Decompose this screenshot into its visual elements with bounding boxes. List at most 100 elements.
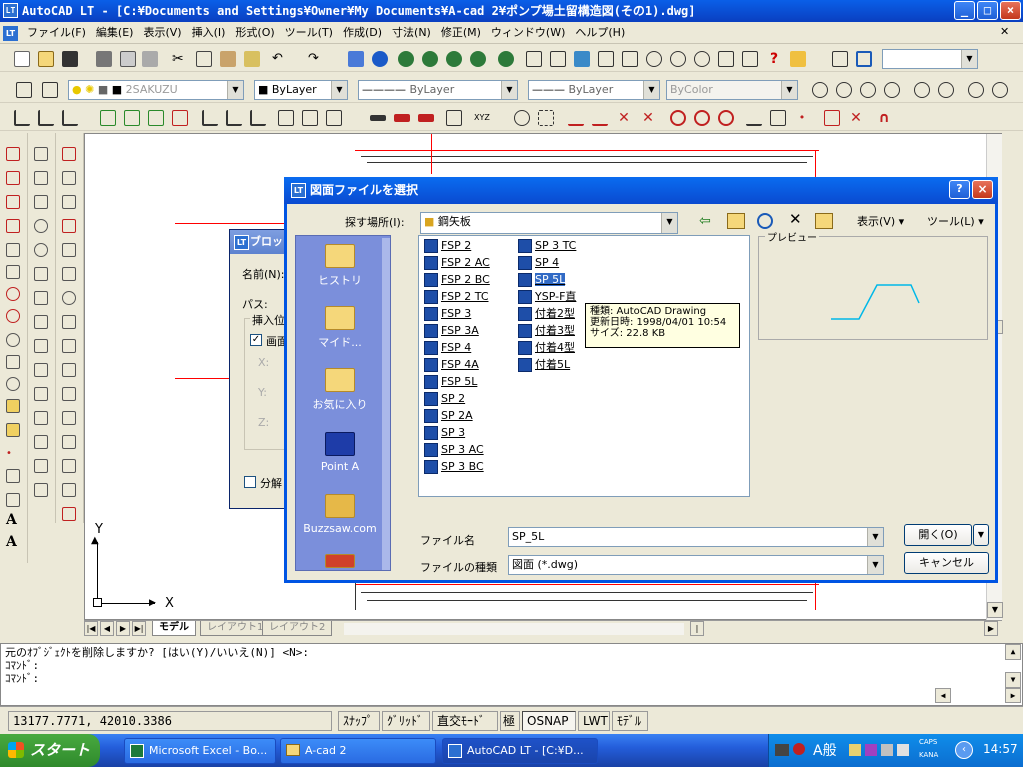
osnap-settings-icon[interactable]: ∩ <box>876 110 892 126</box>
view-menu[interactable]: 表示(V) ▾ <box>857 213 904 229</box>
dim-vert-icon[interactable] <box>34 483 48 497</box>
properties-icon[interactable] <box>718 51 734 67</box>
copy-object-icon[interactable] <box>62 171 76 185</box>
trim2-icon[interactable] <box>62 387 76 401</box>
insert-block-icon[interactable] <box>6 399 20 413</box>
file-item[interactable]: SP 2 <box>423 391 465 407</box>
dim-continue-icon[interactable] <box>226 110 242 126</box>
rotate-icon[interactable] <box>62 291 76 305</box>
taskbar-folder[interactable]: A-cad 2 <box>280 738 436 764</box>
fillet-icon[interactable] <box>34 435 48 449</box>
hscroll-thumb[interactable]: | <box>690 621 704 636</box>
cancel-button[interactable]: キャンセル <box>904 552 989 574</box>
ucs2-icon[interactable] <box>550 51 566 67</box>
tab-model[interactable]: モデル <box>152 621 196 636</box>
close-button[interactable]: × <box>1000 1 1021 20</box>
command-window[interactable]: 元のｵﾌﾞｼﾞｪｸﾄを削除しますか? [はい(Y)/いいえ(N)] <N>: ｺ… <box>0 643 1023 706</box>
zoom-in-icon[interactable] <box>914 82 930 98</box>
view-icon[interactable] <box>832 51 848 67</box>
menu-draw[interactable]: 作成(D) <box>338 22 387 44</box>
save-icon[interactable] <box>62 51 78 67</box>
file-item[interactable]: SP 3 TC <box>517 238 576 254</box>
zoom-scale-icon[interactable] <box>860 82 876 98</box>
file-item[interactable]: FSP 4A <box>423 357 479 373</box>
stretch-icon[interactable] <box>34 291 48 305</box>
model-toggle[interactable]: ﾓﾃﾞﾙ <box>612 711 648 731</box>
scroll-down-button[interactable]: ▼ <box>987 602 1003 618</box>
places-scrollbar[interactable] <box>382 238 390 570</box>
tab-layout1[interactable]: レイアウト1 <box>200 621 271 636</box>
tab-first-button[interactable]: |◀ <box>84 621 98 636</box>
file-item[interactable]: SP 3 AC <box>423 442 484 458</box>
file-item[interactable]: FSP 4 <box>423 340 471 356</box>
snap-tracking-icon[interactable] <box>538 110 554 126</box>
web4-icon[interactable] <box>470 51 486 67</box>
dim-edit-icon[interactable] <box>326 110 342 126</box>
array2-icon[interactable] <box>62 243 76 257</box>
file-item[interactable]: 付着4型 <box>517 340 575 356</box>
plotstyle-combo[interactable]: ByColor ▼ <box>666 80 798 100</box>
dim-style-icon[interactable] <box>370 115 386 121</box>
mirror-icon[interactable] <box>34 195 48 209</box>
dim-leader-icon[interactable] <box>250 110 266 126</box>
snap-insert-icon[interactable]: • <box>794 110 810 126</box>
linetype-combo[interactable]: ———— ByLayer ▼ <box>358 80 518 100</box>
extend2-icon[interactable] <box>62 411 76 425</box>
explode2-icon[interactable] <box>62 507 76 521</box>
cmd-hscroll-right[interactable]: ▶ <box>1005 688 1021 703</box>
cmd-scroll-down[interactable]: ▼ <box>1005 672 1021 688</box>
point-icon[interactable]: • <box>6 447 20 461</box>
lookin-combo[interactable]: ■ 鋼矢板 ▼ <box>420 212 678 234</box>
dim-angular-icon[interactable] <box>148 110 164 126</box>
snap-none-icon[interactable]: ✕ <box>848 110 864 126</box>
document-icon[interactable]: LT <box>3 26 18 41</box>
file-item[interactable]: FSP 2 <box>423 238 471 254</box>
cut-icon[interactable]: ✂ <box>172 51 188 67</box>
zoom-extents-icon[interactable] <box>992 82 1008 98</box>
ime-icon[interactable] <box>793 743 805 755</box>
dim-aligned-icon[interactable] <box>38 110 54 126</box>
undo-icon[interactable]: ↶ <box>272 51 288 67</box>
up-folder-icon[interactable] <box>727 213 745 229</box>
open-options-button[interactable]: ▼ <box>973 524 989 546</box>
menu-format[interactable]: 形式(O) <box>230 22 279 44</box>
horizontal-scrollbar-track[interactable] <box>344 623 684 635</box>
minimize-button[interactable]: _ <box>954 1 975 20</box>
menu-dimension[interactable]: 寸法(N) <box>387 22 436 44</box>
open-button[interactable]: 開く(O) <box>904 524 972 546</box>
autocad-app-icon[interactable]: LT <box>3 3 18 18</box>
region-icon[interactable] <box>6 493 20 507</box>
dim-quick-icon[interactable] <box>172 110 188 126</box>
layer-combo[interactable]: ● ✺ ■ ■ 2SAKUZU ▼ <box>68 80 244 100</box>
menu-file[interactable]: ファイル(F) <box>22 22 91 44</box>
zoom-out-icon[interactable] <box>938 82 954 98</box>
file-item-selected[interactable]: SP 5L <box>517 272 566 288</box>
extend-icon[interactable] <box>34 363 48 377</box>
snap-intersection-icon[interactable]: ✕ <box>616 110 632 126</box>
osnap-toggle[interactable]: OSNAP <box>522 711 576 731</box>
ortho-toggle[interactable]: 直交ﾓｰﾄﾞ <box>432 711 498 731</box>
new-icon[interactable] <box>14 51 30 67</box>
zoom-window-icon-2[interactable] <box>812 82 828 98</box>
tray-expand-icon[interactable]: ‹ <box>955 741 973 759</box>
dc-icon[interactable] <box>348 51 364 67</box>
dist-icon[interactable] <box>34 147 48 161</box>
dim-ordinate-icon[interactable] <box>62 110 78 126</box>
snap-apparent-icon[interactable]: ✕ <box>640 110 656 126</box>
find-icon[interactable] <box>142 51 158 67</box>
dialog-close-button[interactable]: × <box>972 180 993 199</box>
polygon-icon[interactable] <box>6 219 20 233</box>
tab-last-button[interactable]: ▶| <box>132 621 146 636</box>
web2-icon[interactable] <box>422 51 438 67</box>
web3-icon[interactable] <box>446 51 462 67</box>
dim-diameter-icon[interactable] <box>124 110 140 126</box>
hyperlink-icon[interactable] <box>372 51 388 67</box>
place-buzzsaw[interactable]: Buzzsaw.com <box>296 494 384 535</box>
file-item[interactable]: SP 2A <box>423 408 473 424</box>
viewport-scale-combo[interactable]: ▼ <box>882 49 978 69</box>
menu-modify[interactable]: 修正(M) <box>436 22 486 44</box>
snap-tangent-icon[interactable] <box>718 110 734 126</box>
file-item[interactable]: FSP 2 TC <box>423 289 489 305</box>
make-current-layer-icon[interactable] <box>42 82 58 98</box>
cmd-scroll-up[interactable]: ▲ <box>1005 644 1021 660</box>
